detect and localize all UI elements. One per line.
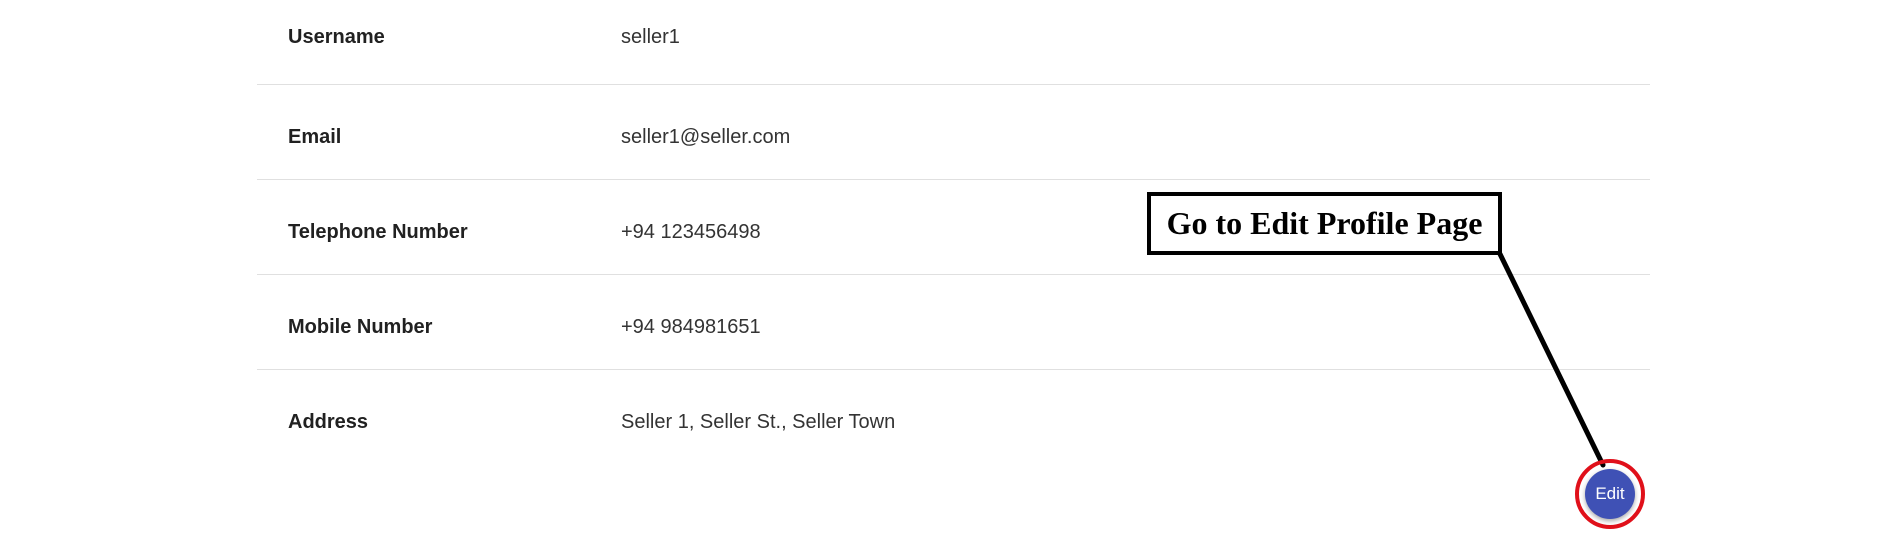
username-value: seller1 [621, 26, 680, 48]
profile-row-address: Address Seller 1, Seller St., Seller Tow… [257, 370, 1650, 464]
profile-row-mobile: Mobile Number +94 984981651 [257, 275, 1650, 370]
profile-row-email: Email seller1@seller.com [257, 85, 1650, 180]
address-value: Seller 1, Seller St., Seller Town [621, 411, 896, 433]
address-label: Address [288, 411, 369, 433]
username-label: Username [288, 26, 385, 48]
telephone-label: Telephone Number [288, 221, 468, 243]
mobile-value: +94 984981651 [621, 316, 761, 338]
edit-profile-button[interactable]: Edit [1585, 469, 1635, 519]
telephone-value: +94 123456498 [621, 221, 761, 243]
email-value: seller1@seller.com [621, 126, 791, 148]
email-label: Email [288, 126, 342, 148]
edit-profile-annotation: Go to Edit Profile Page [1147, 192, 1502, 255]
profile-row-username: Username seller1 [257, 0, 1650, 85]
mobile-label: Mobile Number [288, 316, 433, 338]
